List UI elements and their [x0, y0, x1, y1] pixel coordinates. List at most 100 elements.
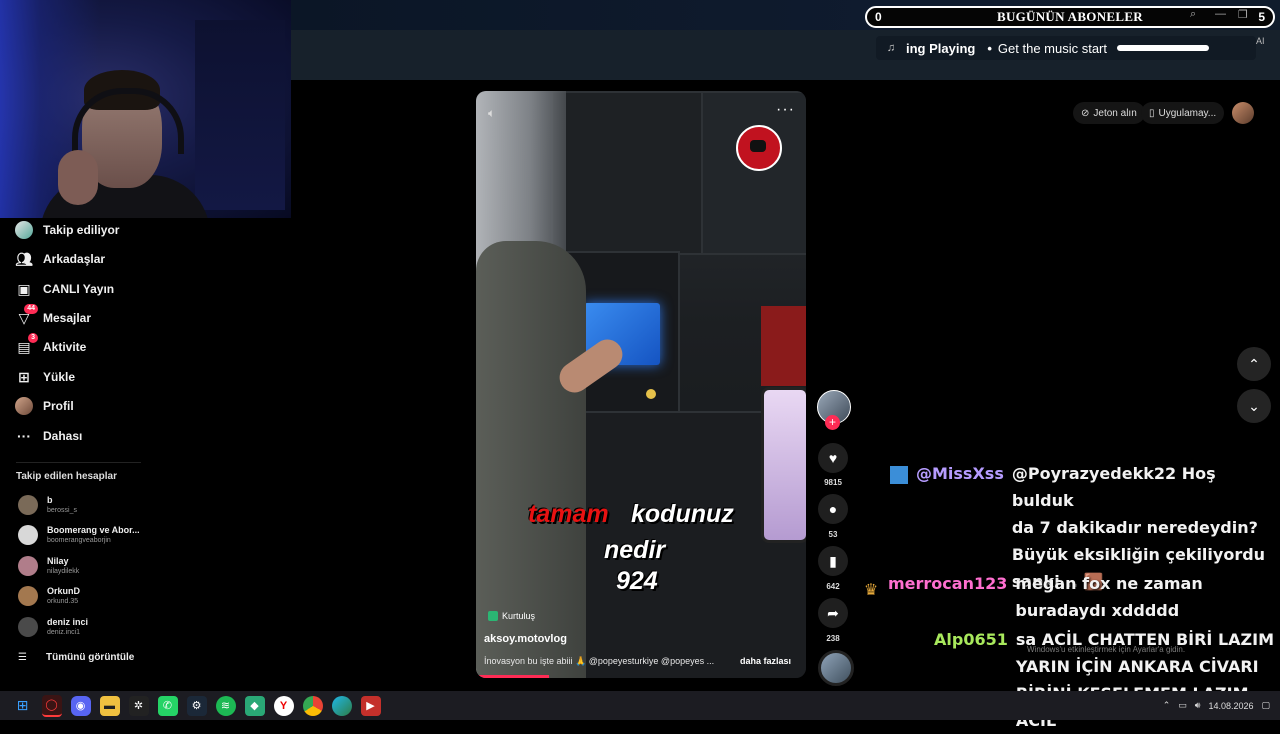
chat-text: Büyük eksikliğin çekiliyordu [1011, 545, 1266, 564]
music-disc-icon[interactable] [818, 650, 854, 686]
account-avatar [18, 617, 38, 637]
more-icon: ··· [17, 428, 31, 444]
music-progress-bar [1117, 45, 1209, 51]
discord-icon[interactable]: ◉ [70, 695, 91, 716]
location-tag[interactable]: Kurtuluş [488, 611, 535, 621]
show-all-label: Tümünü görüntüle [46, 652, 135, 663]
activity-badge: 3 [28, 333, 38, 343]
caption-line-3: 924 [616, 567, 658, 595]
account-name: Nilay [47, 556, 69, 566]
upload-icon: ⊞ [18, 368, 30, 385]
account-handle: berossi_s [47, 507, 77, 514]
comment-icon: ● [828, 501, 838, 517]
channel-logo [736, 125, 782, 171]
friends-icon: 👥︎ [15, 250, 33, 267]
chat-text: buradaydı xddddd [1015, 601, 1180, 620]
yandex-icon[interactable]: Y [273, 695, 294, 716]
save-button[interactable]: ▮ [818, 546, 848, 576]
app-icon[interactable]: ◆ [244, 695, 265, 716]
subscriber-count-left: 0 [875, 10, 882, 24]
account-handle: orkund.35 [47, 598, 79, 605]
chatgpt-icon[interactable]: ✲ [128, 695, 149, 716]
followed-account[interactable]: b berossi_s [18, 491, 77, 519]
restore-icon[interactable]: ❐ [1238, 8, 1248, 21]
account-name: OrkunD [47, 586, 81, 596]
followed-account[interactable]: Boomerang ve Abor... boomerangveaborjin [18, 521, 140, 549]
followed-accounts-title: Takip edilen hesaplar [16, 471, 117, 482]
nav-label: Takip ediliyor [43, 223, 120, 237]
share-icon: ➦ [827, 604, 839, 621]
like-button[interactable]: ♥ [818, 443, 848, 473]
account-avatar [18, 586, 38, 606]
followed-account[interactable]: OrkunD orkund.35 [18, 582, 80, 610]
nav-activity[interactable]: ▤ 3 Aktivite [14, 333, 87, 358]
chat-username: merrocan123 [888, 574, 1008, 593]
nav-label: Yükle [43, 370, 76, 384]
more-options-icon[interactable]: ··· [776, 101, 795, 119]
volume-icon[interactable]: 🔊︎ [1195, 700, 1201, 711]
opera-gx-icon[interactable]: ◯ [41, 694, 62, 717]
follow-plus-icon[interactable]: + [825, 415, 840, 430]
edge-icon[interactable] [331, 695, 352, 716]
share-button[interactable]: ➦ [818, 598, 848, 628]
minimize-icon[interactable]: — [1215, 8, 1226, 20]
followed-account[interactable]: deniz inci deniz.inci1 [18, 613, 88, 641]
show-all-button[interactable]: ☰ Tümünü görüntüle [18, 652, 134, 663]
get-coins-button[interactable]: ⊘ Jeton alın [1073, 102, 1145, 124]
mute-icon[interactable]: 🔈︎ [488, 106, 495, 121]
nav-label: Mesajlar [43, 311, 92, 325]
file-explorer-icon[interactable]: ▬ [99, 695, 120, 716]
whatsapp-icon[interactable]: ✆ [157, 695, 178, 716]
nav-following[interactable]: Takip ediliyor [14, 219, 119, 241]
location-icon [488, 611, 498, 621]
phone-in-hand [761, 387, 806, 543]
nav-friends[interactable]: 👥︎ Arkadaşlar [14, 248, 105, 270]
chevron-up-tray-icon[interactable]: ⌃ [1163, 700, 1171, 711]
badge-icon [890, 465, 908, 484]
account-avatar [18, 525, 38, 545]
subscriber-widget: 0 BUGÜNÜN ABONELER 5 [865, 6, 1275, 28]
user-avatar[interactable] [1232, 102, 1254, 124]
chat-username: Alp0651 [934, 630, 1008, 649]
phone-icon: ▯ [1149, 107, 1155, 119]
nav-messages[interactable]: ▽ 44 Mesajlar [14, 304, 92, 329]
share-count: 238 [826, 634, 840, 643]
previous-video-button[interactable]: ⌃ [1237, 347, 1271, 381]
nav-label: Profil [43, 399, 74, 413]
next-video-button[interactable]: ⌄ [1237, 389, 1271, 423]
video-username[interactable]: aksoy.motovlog [484, 633, 567, 645]
ai-label: AI [1256, 36, 1265, 46]
account-name: deniz inci [47, 617, 89, 627]
chat-text: YARIN İÇİN ANKARA CİVARI [1015, 657, 1259, 676]
caption-line-1: kodunuz [631, 500, 734, 528]
chat-text: da 7 dakikadır neredeydin? [1011, 518, 1258, 537]
chrome-icon[interactable] [302, 695, 323, 716]
followed-account[interactable]: Nilay nilaydilekk [18, 552, 79, 580]
spotify-icon[interactable]: ≋ [215, 695, 236, 716]
account-avatar [18, 495, 38, 515]
account-avatar [18, 556, 38, 576]
youtube-icon[interactable]: ▶ [360, 695, 381, 716]
search-icon[interactable]: ⌕ [1190, 8, 1196, 21]
nav-live[interactable]: ▣ CANLI Yayın [14, 278, 114, 300]
account-handle: nilaydilekk [47, 568, 80, 575]
nav-profile[interactable]: Profil [14, 395, 74, 417]
notification-icon[interactable]: ▢ [1261, 700, 1270, 711]
comment-count: 53 [828, 530, 838, 539]
chevron-down-icon: ⌄ [1248, 397, 1260, 414]
see-more-link[interactable]: daha fazlası [740, 656, 791, 666]
caption-line-2: nedir [604, 536, 666, 564]
comment-button[interactable]: ● [818, 494, 848, 524]
nav-label: Aktivite [43, 340, 87, 354]
network-icon[interactable]: ▭ [1178, 700, 1187, 711]
start-icon[interactable]: ⊞ [13, 696, 33, 716]
taskbar: ⊞ ◯ ◉ ▬ ✲ ✆ ⚙ ≋ ◆ Y ▶ [0, 691, 1280, 720]
nav-upload[interactable]: ⊞ Yükle [14, 366, 75, 388]
subscriber-count-right: 5 [1258, 10, 1265, 24]
steam-icon[interactable]: ⚙ [186, 695, 207, 716]
heart-icon: ♥ [828, 450, 838, 466]
video-player[interactable]: 🔈︎ ··· tamam kodunuz nedir 924 Kurtuluş … [476, 91, 806, 678]
video-progress-bar[interactable] [476, 675, 549, 678]
get-app-button[interactable]: ▯ Uygulamay... [1141, 102, 1225, 124]
nav-more[interactable]: ··· Dahası [14, 425, 82, 447]
